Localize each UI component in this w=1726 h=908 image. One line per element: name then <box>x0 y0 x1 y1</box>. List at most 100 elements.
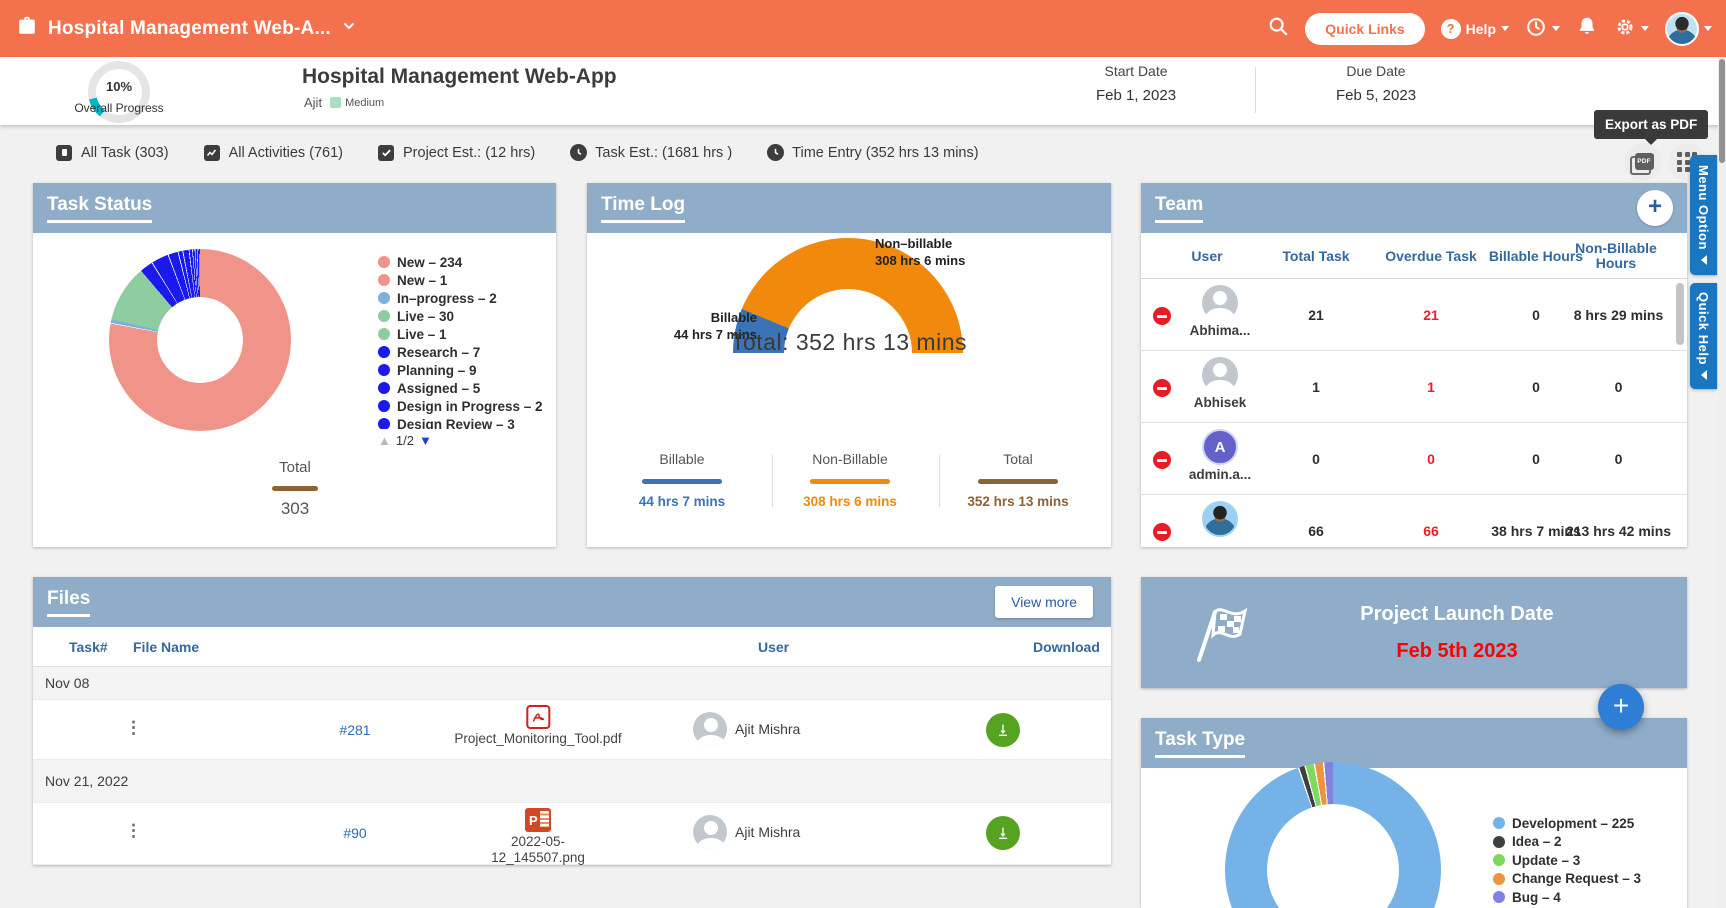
files-card: Files View more Task# File Name User Dow… <box>33 577 1111 865</box>
total-stat: Total 352 hrs 13 mins <box>943 451 1093 509</box>
date-group-header: Nov 21, 2022 <box>33 760 1111 803</box>
export-pdf-tooltip: Export as PDF <box>1594 110 1708 139</box>
app-title: Hospital Management Web-A... <box>48 18 331 40</box>
task-number-link[interactable]: #281 <box>339 700 370 760</box>
quick-help-tab[interactable]: Quick Help <box>1690 283 1717 389</box>
task-type-card: Task Type Development – 225 Idea – 2 Upd… <box>1141 718 1687 908</box>
table-row: 66 66 38 hrs 7 mins 213 hrs 42 mins <box>1141 495 1687 547</box>
time-log-title: Time Log <box>601 194 685 223</box>
legend-dot <box>1493 854 1505 866</box>
col-user: User <box>758 627 789 667</box>
clock-dark-icon <box>569 144 587 162</box>
project-header: 10% Overall Progress Hospital Management… <box>0 57 1726 125</box>
settings-menu[interactable] <box>1614 16 1649 41</box>
triangle-left-icon <box>1701 255 1707 265</box>
total-value: 303 <box>225 499 365 519</box>
remove-member-button[interactable] <box>1153 379 1171 397</box>
row-menu-kebab-icon[interactable] <box>125 718 142 738</box>
help-menu[interactable]: Help <box>1441 19 1509 39</box>
download-button[interactable] <box>986 713 1020 747</box>
file-user: Ajit Mishra <box>693 712 800 746</box>
task-status-title: Task Status <box>47 194 152 223</box>
legend-item[interactable]: Idea – 2 <box>1493 833 1641 852</box>
total-underline <box>272 486 318 491</box>
legend-item[interactable]: New – 1 <box>378 271 543 289</box>
legend-page-down-icon[interactable]: ▼ <box>419 433 432 448</box>
remove-member-button[interactable] <box>1153 451 1171 469</box>
legend-item[interactable]: Update – 3 <box>1493 851 1641 870</box>
tab-label: Task Est.: (1681 hrs ) <box>595 145 732 161</box>
chevron-down-icon[interactable] <box>341 18 357 39</box>
row-menu-kebab-icon[interactable] <box>125 821 142 841</box>
team-scrollbar[interactable] <box>1676 283 1684 345</box>
legend-item[interactable]: Development – 225 <box>1493 814 1641 833</box>
tab-all-activities[interactable]: All Activities (761) <box>203 144 343 162</box>
time-log-total: Total: 352 hrs 13 mins <box>649 329 1049 356</box>
menu-option-tab[interactable]: Menu Option <box>1690 155 1717 275</box>
task-number-link[interactable]: #90 <box>343 803 366 863</box>
checkered-flag-icon <box>1185 594 1257 671</box>
legend-item[interactable]: Planning – 9 <box>378 361 543 379</box>
table-row: Abhisek 1 1 0 0 <box>1141 351 1687 423</box>
team-card: Team User Total Task Overdue Task Billab… <box>1141 183 1687 547</box>
legend-dot <box>378 364 390 376</box>
legend-dot <box>378 418 390 429</box>
tab-label: Project Est.: (12 hrs) <box>403 145 535 161</box>
task-type-legend: Development – 225 Idea – 2 Update – 3 Ch… <box>1493 814 1641 907</box>
legend-dot <box>378 310 390 322</box>
divider <box>1255 67 1256 113</box>
time-menu[interactable] <box>1525 16 1560 41</box>
caret-down-icon <box>1501 26 1509 31</box>
tab-all-task[interactable]: All Task (303) <box>55 144 169 162</box>
priority-color-swatch <box>330 97 341 108</box>
legend-item[interactable]: Live – 1 <box>378 325 543 343</box>
page-title: Hospital Management Web-App <box>302 65 617 89</box>
add-team-member-button[interactable] <box>1637 190 1673 226</box>
files-title: Files <box>47 588 90 617</box>
quick-links-button[interactable]: Quick Links <box>1305 13 1424 45</box>
view-more-button[interactable]: View more <box>995 586 1093 618</box>
overall-progress-label: Overall Progress <box>52 101 186 115</box>
activity-chart-icon <box>203 144 221 162</box>
project-launch-card: Project Launch Date Feb 5th 2023 <box>1141 577 1687 688</box>
legend-item[interactable]: Design Review – 3 <box>378 415 543 429</box>
tab-label: Time Entry (352 hrs 13 mins) <box>792 145 978 161</box>
remove-member-button[interactable] <box>1153 307 1171 325</box>
download-button[interactable] <box>986 816 1020 850</box>
legend-dot <box>1493 817 1505 829</box>
launch-date: Feb 5th 2023 <box>1257 640 1657 663</box>
legend-item[interactable]: Live – 30 <box>378 307 543 325</box>
overall-progress-percent: 10% <box>88 79 150 94</box>
search-icon[interactable] <box>1267 15 1289 42</box>
start-date-label: Start Date <box>1056 63 1216 79</box>
project-owner: Ajit <box>304 95 322 110</box>
legend-dot <box>378 274 390 286</box>
legend-item[interactable]: Assigned – 5 <box>378 379 543 397</box>
start-date-value: Feb 1, 2023 <box>1056 87 1216 104</box>
tab-label: All Activities (761) <box>229 145 343 161</box>
legend-item[interactable]: New – 234 <box>378 253 543 271</box>
legend-item[interactable]: Change Request – 3 <box>1493 870 1641 889</box>
tab-task-est[interactable]: Task Est.: (1681 hrs ) <box>569 144 732 162</box>
remove-member-button[interactable] <box>1153 523 1171 541</box>
legend-item[interactable]: Design in Progress – 2 <box>378 397 543 415</box>
legend-item[interactable]: Bug – 4 <box>1493 888 1641 907</box>
col-non-billable-hours: Non-Billable Hours <box>1561 233 1671 279</box>
notifications-bell-icon[interactable] <box>1576 15 1598 42</box>
priority-label: Medium <box>345 97 384 109</box>
floating-add-button[interactable] <box>1598 684 1644 730</box>
tab-project-est[interactable]: Project Est.: (12 hrs) <box>377 144 535 162</box>
export-pdf-button[interactable]: PDF <box>1624 143 1662 181</box>
avatar <box>1202 285 1238 321</box>
pdf-file-icon <box>526 705 550 729</box>
legend-item[interactable]: Research – 7 <box>378 343 543 361</box>
task-square-icon <box>55 144 73 162</box>
user-avatar <box>1665 12 1699 46</box>
user-menu[interactable] <box>1665 12 1712 46</box>
avatar: A <box>1202 429 1238 465</box>
tab-time-entry[interactable]: Time Entry (352 hrs 13 mins) <box>766 144 978 162</box>
page-scrollbar[interactable] <box>1718 57 1726 908</box>
legend-page-up-icon[interactable]: ▲ <box>378 433 391 448</box>
legend-item[interactable]: In–progress – 2 <box>378 289 543 307</box>
scrollbar-thumb[interactable] <box>1719 59 1725 163</box>
